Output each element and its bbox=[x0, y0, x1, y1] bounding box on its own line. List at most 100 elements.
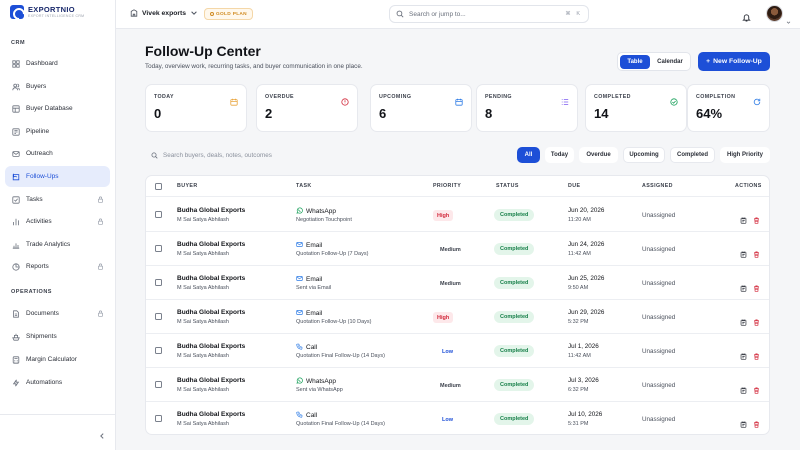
row-checkbox[interactable] bbox=[155, 347, 162, 354]
trash-icon[interactable] bbox=[753, 347, 760, 360]
due-time: 6:32 PM bbox=[568, 387, 589, 393]
new-follow-up-button[interactable]: + New Follow-Up bbox=[698, 52, 770, 71]
stat-value: 6 bbox=[379, 106, 387, 121]
edit-icon[interactable] bbox=[740, 415, 747, 428]
brand-logo[interactable]: EXPORTNIO EXPORT INTELLIGENCE CRM bbox=[10, 5, 84, 19]
select-all-checkbox[interactable] bbox=[155, 183, 162, 190]
filter-chip-all[interactable]: All bbox=[517, 147, 540, 163]
sidebar-item-pipeline[interactable]: Pipeline bbox=[5, 121, 110, 142]
sidebar-item-trade-analytics[interactable]: Trade Analytics bbox=[5, 234, 110, 255]
task-type: Call bbox=[296, 411, 317, 420]
stat-card-completed[interactable]: COMPLETED 14 bbox=[585, 84, 687, 132]
assigned-to[interactable]: Unassigned bbox=[642, 348, 675, 355]
table-row[interactable]: Budha Global Exports M Sai Satya Abhilas… bbox=[146, 300, 769, 334]
sidebar-item-activities[interactable]: Activities bbox=[5, 211, 110, 232]
sidebar-item-documents[interactable]: Documents bbox=[5, 303, 110, 324]
lock-icon bbox=[97, 196, 104, 203]
edit-icon[interactable] bbox=[740, 245, 747, 258]
row-checkbox[interactable] bbox=[155, 381, 162, 388]
edit-icon[interactable] bbox=[740, 381, 747, 394]
task-type-label: Call bbox=[306, 344, 318, 351]
row-checkbox[interactable] bbox=[155, 415, 162, 422]
assigned-to[interactable]: Unassigned bbox=[642, 246, 675, 253]
search-placeholder: Search buyers, deals, notes, outcomes bbox=[163, 151, 272, 159]
stat-card-completion[interactable]: COMPLETION 64% bbox=[687, 84, 770, 132]
sidebar-item-automations[interactable]: Automations bbox=[5, 372, 110, 393]
chevron-left-icon[interactable] bbox=[98, 427, 106, 439]
table-row[interactable]: Budha Global Exports M Sai Satya Abhilas… bbox=[146, 368, 769, 402]
edit-icon[interactable] bbox=[740, 279, 747, 292]
column-header-buyer[interactable]: BUYER bbox=[177, 183, 198, 189]
bell-icon[interactable] bbox=[742, 9, 751, 22]
trash-icon[interactable] bbox=[753, 415, 760, 428]
edit-icon[interactable] bbox=[740, 211, 747, 224]
table-row[interactable]: Budha Global Exports M Sai Satya Abhilas… bbox=[146, 198, 769, 232]
filter-chip-completed[interactable]: Completed bbox=[670, 147, 715, 163]
buyer-name[interactable]: Budha Global Exports bbox=[177, 343, 245, 350]
buyer-contact: M Sai Satya Abhilash bbox=[177, 285, 229, 291]
row-checkbox[interactable] bbox=[155, 279, 162, 286]
follow-up-search-input[interactable]: Search buyers, deals, notes, outcomes bbox=[145, 146, 390, 164]
trash-icon[interactable] bbox=[753, 211, 760, 224]
assigned-to[interactable]: Unassigned bbox=[642, 382, 675, 389]
table-row[interactable]: Budha Global Exports M Sai Satya Abhilas… bbox=[146, 232, 769, 266]
buyer-name[interactable]: Budha Global Exports bbox=[177, 275, 245, 282]
assigned-to[interactable]: Unassigned bbox=[642, 212, 675, 219]
workspace-name: Vivek exports bbox=[142, 9, 187, 17]
trash-icon[interactable] bbox=[753, 313, 760, 326]
sidebar-item-buyer-database[interactable]: Buyer Database bbox=[5, 98, 110, 119]
trash-icon[interactable] bbox=[753, 279, 760, 292]
alert-circle-icon bbox=[341, 93, 349, 106]
trash-icon[interactable] bbox=[753, 381, 760, 394]
calendar-view-button[interactable]: Calendar bbox=[652, 55, 688, 69]
row-checkbox[interactable] bbox=[155, 245, 162, 252]
lock-icon bbox=[97, 310, 104, 317]
filter-chip-today[interactable]: Today bbox=[545, 147, 574, 163]
table-row[interactable]: Budha Global Exports M Sai Satya Abhilas… bbox=[146, 334, 769, 368]
row-checkbox[interactable] bbox=[155, 313, 162, 320]
stat-card-upcoming[interactable]: UPCOMING 6 bbox=[370, 84, 472, 132]
table-row[interactable]: Budha Global Exports M Sai Satya Abhilas… bbox=[146, 402, 769, 434]
buyer-name[interactable]: Budha Global Exports bbox=[177, 377, 245, 384]
buyer-name[interactable]: Budha Global Exports bbox=[177, 309, 245, 316]
filter-chip-overdue[interactable]: Overdue bbox=[579, 147, 618, 163]
sidebar-item-follow-ups[interactable]: Follow-Ups bbox=[5, 166, 110, 187]
sidebar-item-label: Buyer Database bbox=[26, 105, 73, 112]
sidebar-item-buyers[interactable]: Buyers bbox=[5, 76, 110, 97]
buyer-name[interactable]: Budha Global Exports bbox=[177, 241, 245, 248]
global-search-input[interactable]: Search or jump to... ⌘ K bbox=[389, 5, 589, 23]
avatar[interactable] bbox=[766, 5, 783, 22]
edit-icon[interactable] bbox=[740, 313, 747, 326]
sidebar-item-tasks[interactable]: Tasks bbox=[5, 189, 110, 210]
assigned-to[interactable]: Unassigned bbox=[642, 314, 675, 321]
stat-card-pending[interactable]: PENDING 8 bbox=[476, 84, 578, 132]
table-row[interactable]: Budha Global Exports M Sai Satya Abhilas… bbox=[146, 266, 769, 300]
column-header-due[interactable]: DUE bbox=[568, 183, 580, 189]
buyer-name[interactable]: Budha Global Exports bbox=[177, 207, 245, 214]
filter-chip-upcoming[interactable]: Upcoming bbox=[623, 147, 665, 163]
column-header-status[interactable]: STATUS bbox=[496, 183, 519, 189]
table-view-button[interactable]: Table bbox=[620, 55, 650, 69]
sidebar-item-reports[interactable]: Reports bbox=[5, 256, 110, 277]
chevron-down-icon[interactable] bbox=[786, 12, 791, 24]
edit-icon[interactable] bbox=[740, 347, 747, 360]
assigned-to[interactable]: Unassigned bbox=[642, 416, 675, 423]
trash-icon[interactable] bbox=[753, 245, 760, 258]
sidebar-item-dashboard[interactable]: Dashboard bbox=[5, 53, 110, 74]
sidebar-item-outreach[interactable]: Outreach bbox=[5, 143, 110, 164]
row-checkbox[interactable] bbox=[155, 211, 162, 218]
filter-chip-high-priority[interactable]: High Priority bbox=[720, 147, 770, 163]
workspace-switcher[interactable]: Vivek exports bbox=[130, 9, 198, 17]
column-header-task[interactable]: TASK bbox=[296, 183, 312, 189]
email-icon bbox=[296, 275, 303, 284]
stat-card-today[interactable]: TODAY 0 bbox=[145, 84, 247, 132]
sidebar-item-label: Follow-Ups bbox=[26, 173, 59, 180]
sidebar-item-shipments[interactable]: Shipments bbox=[5, 326, 110, 347]
stat-card-overdue[interactable]: OVERDUE 2 bbox=[256, 84, 358, 132]
column-header-priority[interactable]: PRIORITY bbox=[433, 183, 461, 189]
lock-icon bbox=[97, 263, 104, 270]
sidebar-item-margin-calculator[interactable]: Margin Calculator bbox=[5, 349, 110, 370]
assigned-to[interactable]: Unassigned bbox=[642, 280, 675, 287]
column-header-assigned[interactable]: ASSIGNED bbox=[642, 183, 673, 189]
buyer-name[interactable]: Budha Global Exports bbox=[177, 411, 245, 418]
